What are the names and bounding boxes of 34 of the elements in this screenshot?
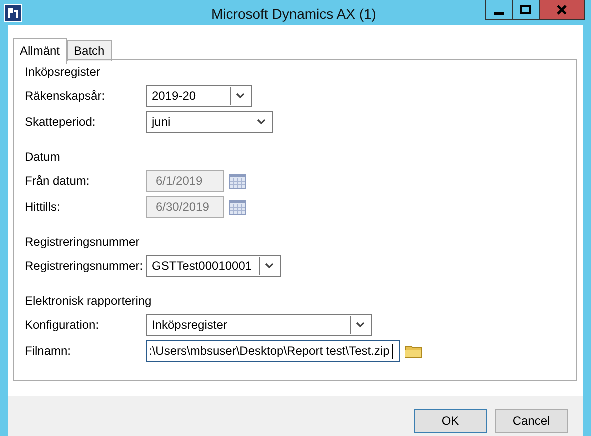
close-button[interactable] (539, 0, 585, 20)
section-heading: Elektronisk rapportering (25, 293, 153, 310)
field-label: Konfiguration: (25, 318, 100, 332)
ok-button[interactable]: OK (414, 409, 487, 433)
filename-field[interactable]: :\Users\mbsuser\Desktop\Report test\Test.zip (146, 340, 400, 362)
maximize-icon (520, 4, 532, 14)
dropdown-field[interactable]: Inköpsregister (146, 314, 372, 336)
minimize-button[interactable] (485, 0, 513, 20)
field-label: Räkenskapsår: (25, 89, 106, 103)
field-label: Från datum: (25, 174, 91, 188)
section-heading: Inköpsregister (25, 64, 102, 81)
chevron-down-icon (257, 119, 266, 125)
tab[interactable]: Allmänt (13, 38, 68, 64)
chevron-down-icon (265, 263, 274, 269)
section-heading: Datum (25, 149, 62, 166)
cancel-button[interactable]: Cancel (495, 409, 568, 433)
window-title: Microsoft Dynamics AX (1) (210, 6, 378, 22)
close-icon (556, 4, 568, 14)
field-label: Filnamn: (25, 344, 72, 358)
chevron-down-icon (356, 322, 365, 328)
calendar-icon[interactable] (229, 199, 246, 215)
dropdown-field[interactable]: juni (146, 111, 273, 133)
field-label: Registreringsnummer: (25, 259, 144, 273)
section-heading: Registreringsnummer (25, 234, 141, 251)
dropdown-field[interactable]: 2019-20 (146, 85, 252, 107)
app-icon (4, 4, 22, 22)
field-label: Skatteperiod: (25, 115, 97, 129)
tab[interactable]: Batch (67, 40, 112, 61)
chevron-down-icon (236, 93, 245, 99)
field-label: Hittills: (25, 200, 62, 214)
calendar-icon[interactable] (229, 173, 246, 189)
folder-icon[interactable] (405, 344, 422, 358)
minimize-icon (494, 12, 504, 15)
dropdown-field[interactable]: GSTTest00010001 (146, 255, 281, 277)
